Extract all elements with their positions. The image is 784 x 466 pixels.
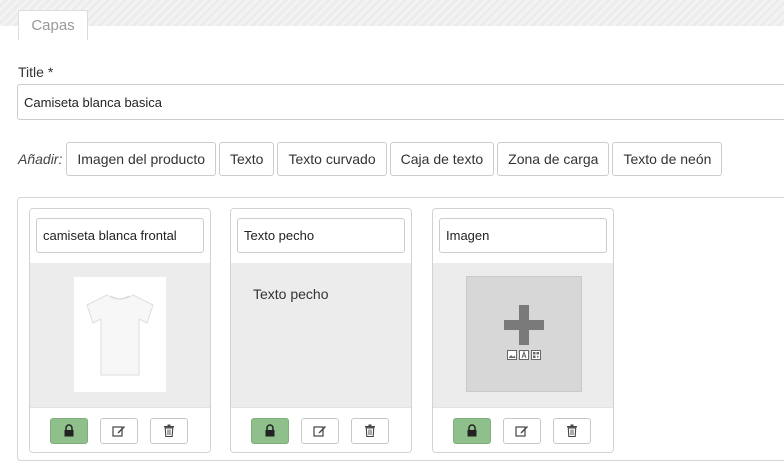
layer-name-input[interactable] bbox=[36, 218, 204, 253]
upload-type-icons bbox=[506, 347, 542, 363]
top-band bbox=[0, 0, 784, 26]
title-input[interactable] bbox=[17, 84, 784, 120]
trash-icon bbox=[164, 424, 174, 437]
edit-button[interactable] bbox=[100, 417, 138, 444]
trash-icon bbox=[567, 424, 577, 437]
edit-button[interactable] bbox=[503, 417, 541, 444]
edit-button[interactable] bbox=[301, 417, 339, 444]
layer-preview: Texto pecho bbox=[231, 263, 411, 407]
product-image bbox=[74, 277, 166, 392]
lock-icon bbox=[467, 424, 477, 437]
lock-button[interactable] bbox=[251, 417, 289, 444]
layer-card: Texto pecho bbox=[230, 208, 412, 453]
plus-icon bbox=[504, 305, 544, 345]
lock-icon bbox=[265, 424, 275, 437]
edit-icon bbox=[313, 425, 326, 437]
layer-name-input[interactable] bbox=[439, 218, 607, 253]
layer-card-header bbox=[433, 209, 613, 263]
add-upload-zone-button[interactable]: Zona de carga bbox=[497, 142, 610, 176]
add-curved-text-button[interactable]: Texto curvado bbox=[277, 142, 387, 176]
layer-name-input[interactable] bbox=[237, 218, 405, 253]
edit-icon bbox=[515, 425, 528, 437]
layer-card bbox=[29, 208, 211, 453]
add-text-button[interactable]: Texto bbox=[219, 142, 275, 176]
qr-icon bbox=[531, 347, 541, 363]
text-icon bbox=[519, 347, 529, 363]
add-neon-text-button[interactable]: Texto de neón bbox=[612, 142, 723, 176]
layer-preview bbox=[433, 263, 613, 407]
add-product-image-button[interactable]: Imagen del producto bbox=[66, 142, 216, 176]
delete-button[interactable] bbox=[351, 417, 389, 444]
image-placeholder[interactable] bbox=[466, 276, 582, 392]
lock-button[interactable] bbox=[50, 417, 88, 444]
layer-actions bbox=[30, 407, 210, 452]
title-label: Title * bbox=[18, 64, 54, 80]
layer-preview bbox=[30, 263, 210, 407]
delete-button[interactable] bbox=[150, 417, 188, 444]
lock-icon bbox=[64, 424, 74, 437]
add-label: Añadir: bbox=[18, 151, 63, 167]
add-toolbar: Añadir: Imagen del producto Texto Texto … bbox=[18, 142, 725, 176]
delete-button[interactable] bbox=[553, 417, 591, 444]
tab-capas[interactable]: Capas bbox=[18, 10, 88, 40]
layer-card-header bbox=[231, 209, 411, 263]
text-preview: Texto pecho bbox=[253, 286, 329, 302]
add-text-box-button[interactable]: Caja de texto bbox=[389, 142, 495, 176]
tshirt-icon bbox=[86, 293, 154, 375]
layers-panel: Texto pecho bbox=[17, 197, 784, 461]
layer-card-header bbox=[30, 209, 210, 263]
trash-icon bbox=[365, 424, 375, 437]
layer-actions bbox=[231, 407, 411, 452]
lock-button[interactable] bbox=[453, 417, 491, 444]
layer-card bbox=[432, 208, 614, 453]
layer-actions bbox=[433, 407, 613, 452]
image-icon bbox=[507, 347, 517, 363]
edit-icon bbox=[112, 425, 125, 437]
